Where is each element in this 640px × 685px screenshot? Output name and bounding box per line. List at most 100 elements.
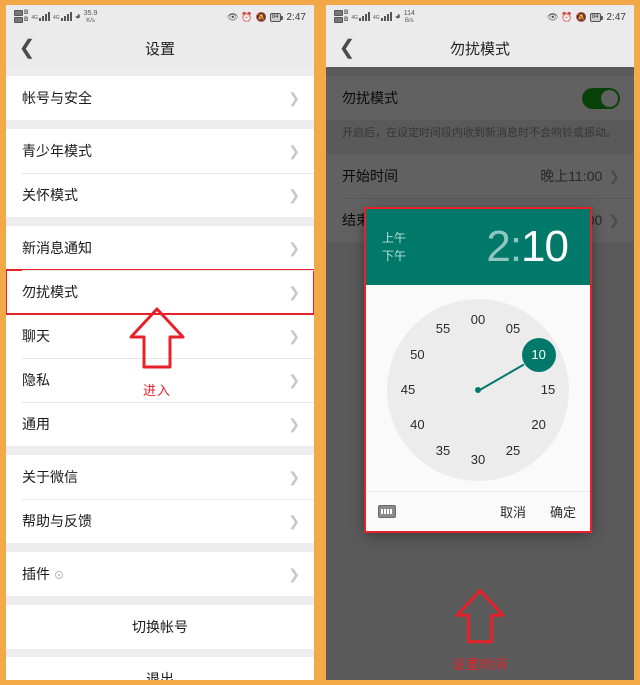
settings-group-3: 新消息通知 ❯ 勿扰模式 ❯ 聊天 ❯ 隐私 ❯ 通用 ❯ [6, 226, 314, 446]
confirm-button[interactable]: 确定 [550, 502, 576, 521]
sidebar-item-youth-mode[interactable]: 青少年模式 ❯ [6, 129, 314, 173]
status-right-group: 👁 ⏰ 🔕 84 2:47 [227, 12, 306, 23]
sim2-icon [334, 17, 343, 24]
up-arrow-icon [455, 589, 505, 644]
hour-display[interactable]: 2 [486, 222, 511, 271]
clock-tick-55[interactable]: 55 [430, 320, 456, 338]
wifi-icon: ◕ [74, 10, 81, 22]
alarm-icon: ⏰ [561, 11, 573, 22]
time-picker-header: 上午 下午 2:10 [366, 209, 590, 285]
settings-group-5: 插件 ❯ [6, 552, 314, 596]
list-gap [6, 120, 314, 129]
status-right-group: 👁 ⏰ 🔕 84 2:47 [547, 12, 626, 23]
chevron-right-icon: ❯ [288, 143, 300, 159]
back-button[interactable]: ❮ [6, 38, 48, 58]
time-picker-footer: 取消 确定 [366, 491, 590, 531]
sidebar-item-do-not-disturb[interactable]: 勿扰模式 ❯ [6, 269, 314, 315]
row-label: 新消息通知 [22, 240, 92, 256]
minute-clock-face[interactable]: 00 05 10 15 20 25 30 35 40 45 50 55 [387, 299, 569, 481]
minute-display[interactable]: 10 [521, 222, 569, 271]
row-label: 通用 [22, 416, 50, 432]
battery-icon: 84 [589, 12, 603, 22]
signal-1: 4G [31, 12, 51, 22]
logout-button[interactable]: 退出 [6, 657, 314, 680]
sidebar-item-new-message-notification[interactable]: 新消息通知 ❯ [6, 226, 314, 270]
chevron-right-icon: ❯ [288, 469, 300, 485]
signal-bars-2 [60, 12, 72, 22]
sim-indicators: B B [334, 10, 349, 24]
right-annotation-label: 设置时间 [451, 657, 508, 672]
chevron-right-icon: ❯ [288, 284, 300, 300]
sidebar-item-care-mode[interactable]: 关怀模式 ❯ [6, 173, 314, 217]
sidebar-item-general[interactable]: 通用 ❯ [6, 402, 314, 446]
clock-tick-15[interactable]: 15 [535, 381, 561, 399]
sim2-label: B [24, 17, 29, 24]
left-nav-bar: ❮ 设置 [6, 29, 314, 67]
am-option[interactable]: 上午 [382, 232, 406, 244]
sim1-label: B [344, 10, 349, 17]
row-label: 青少年模式 [22, 143, 92, 159]
row-label: 关怀模式 [22, 187, 78, 203]
sim-indicators: B B [14, 10, 29, 24]
switch-account-button[interactable]: 切换帐号 [6, 605, 314, 649]
sim2-label: B [344, 17, 349, 24]
clock-tick-45[interactable]: 45 [395, 381, 421, 399]
row-label: 隐私 [22, 372, 50, 388]
cancel-button[interactable]: 取消 [500, 502, 526, 521]
network-speed: 114 B/s [404, 10, 415, 24]
ampm-selector: 上午 下午 [382, 232, 406, 262]
plugin-dot-icon [55, 571, 63, 579]
settings-group-1: 帐号与安全 ❯ [6, 76, 314, 120]
sidebar-item-help-feedback[interactable]: 帮助与反馈 ❯ [6, 499, 314, 543]
time-display: 2:10 [416, 225, 572, 269]
clock-tick-30[interactable]: 30 [465, 451, 491, 469]
clock-hand [477, 363, 525, 392]
list-gap [6, 543, 314, 552]
clock-tick-50[interactable]: 50 [404, 346, 430, 364]
eye-icon: 👁 [226, 11, 239, 22]
back-button[interactable]: ❮ [326, 38, 368, 58]
signal-bars-1 [359, 12, 371, 22]
status-left-group: B B 4G 4G ◕ 35.9 K/s [14, 10, 97, 24]
battery-level: 84 [271, 14, 279, 20]
right-annotation: 设置时间 [326, 587, 634, 673]
clock-tick-25[interactable]: 25 [500, 442, 526, 460]
row-label: 勿扰模式 [22, 284, 78, 300]
speed-value: 114 [403, 10, 415, 18]
status-clock: 2:47 [286, 11, 306, 23]
time-separator: : [509, 222, 522, 271]
sidebar-item-account-security[interactable]: 帐号与安全 ❯ [6, 76, 314, 120]
right-status-bar: B B 4G 4G ◕ 114 B/s 👁 ⏰ 🔕 84 2:47 [326, 5, 634, 29]
battery-icon: 84 [269, 12, 283, 22]
sidebar-item-about-wechat[interactable]: 关于微信 ❯ [6, 455, 314, 499]
sidebar-item-privacy[interactable]: 隐私 ❯ [6, 358, 314, 402]
clock-tick-05[interactable]: 05 [500, 320, 526, 338]
plugins-label: 插件 [22, 566, 50, 582]
dnd-settings-body: 勿扰模式 开启后，在设定时间段内收到新消息时不会响铃或振动。 开始时间 晚上11… [326, 67, 634, 680]
clock-hand-center [475, 387, 481, 393]
clock-tick-00[interactable]: 00 [465, 311, 491, 329]
signal-bars-2 [380, 12, 392, 22]
net-type-2: 4G [53, 15, 60, 22]
battery-level: 84 [591, 14, 599, 20]
chevron-right-icon: ❯ [288, 416, 300, 432]
dialog-actions: 取消 确定 [500, 502, 576, 521]
clock-tick-10[interactable]: 10 [521, 338, 556, 372]
screenshot-frame: B B 4G 4G ◕ 35.9 K/s 👁 ⏰ 🔕 84 2:47 ❮ 设置 … [0, 0, 640, 685]
list-gap [6, 217, 314, 226]
chevron-right-icon: ❯ [288, 90, 300, 106]
clock-tick-40[interactable]: 40 [404, 416, 430, 434]
keyboard-icon[interactable] [378, 505, 396, 518]
sim1-label: B [24, 10, 29, 17]
pm-option[interactable]: 下午 [382, 250, 406, 262]
settings-group-2: 青少年模式 ❯ 关怀模式 ❯ [6, 129, 314, 217]
clock-tick-20[interactable]: 20 [526, 416, 552, 434]
net-type-1: 4G [31, 15, 39, 22]
network-speed: 35.9 K/s [84, 10, 98, 24]
chevron-right-icon: ❯ [288, 513, 300, 529]
net-type-1: 4G [351, 15, 359, 22]
eye-icon: 👁 [546, 11, 559, 22]
sidebar-item-plugins[interactable]: 插件 ❯ [6, 552, 314, 596]
sidebar-item-chat[interactable]: 聊天 ❯ [6, 314, 314, 358]
clock-tick-35[interactable]: 35 [430, 442, 456, 460]
